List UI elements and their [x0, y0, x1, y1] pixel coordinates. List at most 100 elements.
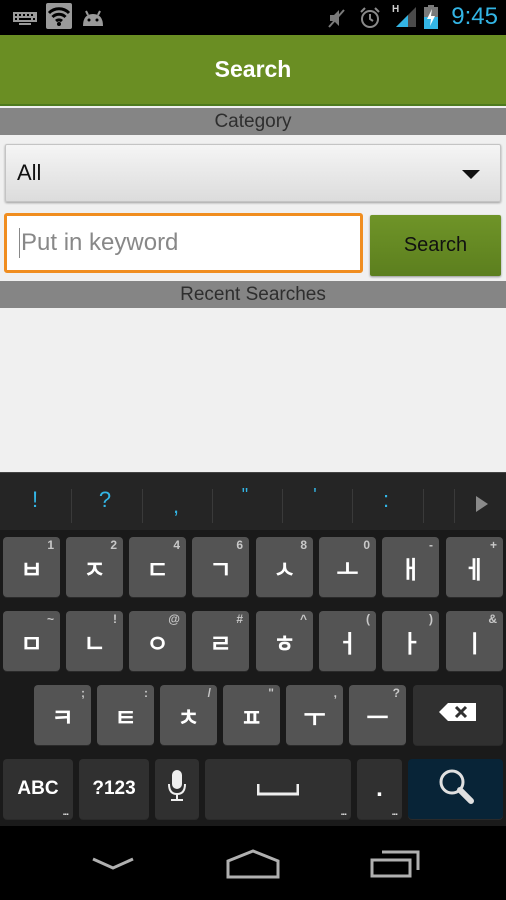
keyword-input[interactable]: Put in keyword — [4, 213, 363, 273]
muted-icon — [326, 6, 348, 30]
key-nieun[interactable]: ! ㄴ — [66, 611, 123, 671]
microphone-icon — [167, 769, 187, 809]
suggestion-strip: ! ? , " ' : — [0, 472, 506, 530]
suggestion-double-quote[interactable]: " — [225, 485, 265, 506]
search-icon — [436, 766, 476, 813]
recents-icon — [370, 850, 420, 883]
recent-searches-header: Recent Searches — [0, 281, 506, 308]
category-header: Category — [0, 108, 506, 135]
period-key[interactable]: . ... — [357, 759, 402, 819]
key-ieung[interactable]: @ ㅇ — [129, 611, 186, 671]
key-o[interactable]: 0ㅗ — [319, 537, 376, 597]
key-hint: , — [333, 686, 337, 700]
key-label: ㅋ — [51, 704, 74, 732]
key-label: ㅈ — [83, 556, 106, 584]
space-bar-icon — [256, 775, 300, 803]
keyboard-icon — [12, 6, 38, 30]
suggestion-single-quote[interactable]: ' — [295, 485, 335, 506]
battery-charging-icon — [424, 5, 438, 29]
key-hint: ; — [81, 686, 85, 700]
more-dots: ... — [340, 807, 347, 818]
key-eu[interactable]: ? ㅡ — [349, 685, 406, 745]
key-digeut[interactable]: 4ㄷ — [129, 537, 186, 597]
key-hint: ? — [392, 686, 400, 700]
clock: 9:45 — [451, 3, 498, 30]
suggestion-divider — [71, 489, 72, 523]
back-icon — [91, 857, 135, 876]
category-dropdown[interactable]: All — [5, 144, 501, 202]
recent-apps-button[interactable] — [360, 846, 430, 886]
key-label: ㅇ — [146, 630, 169, 658]
key-u[interactable]: ,ㅜ — [286, 685, 343, 745]
key-label: . — [376, 775, 383, 802]
key-rieul[interactable]: # ㄹ — [192, 611, 249, 671]
key-label: ㅍ — [240, 704, 263, 732]
suggestion-divider — [282, 489, 283, 523]
key-i[interactable]: & ㅣ — [446, 611, 503, 671]
key-tieut[interactable]: :ㅌ — [97, 685, 154, 745]
suggestion-question[interactable]: ? — [85, 487, 125, 513]
key-hint: + — [489, 538, 497, 552]
backspace-icon — [439, 701, 477, 729]
key-label: ㄹ — [209, 630, 232, 658]
key-label: ㅗ — [336, 556, 359, 584]
page-title: Search — [214, 56, 292, 82]
key-ae[interactable]: -ㅐ — [382, 537, 439, 597]
key-chieut[interactable]: / ㅊ — [160, 685, 217, 745]
key-label: ㅓ — [336, 630, 359, 658]
suggestion-colon[interactable]: : — [366, 487, 406, 513]
suggestion-divider — [352, 489, 353, 523]
key-jieut[interactable]: 2ㅈ — [66, 537, 123, 597]
key-eo[interactable]: (ㅓ — [319, 611, 376, 671]
signal-icon: H — [392, 3, 418, 27]
home-button[interactable] — [218, 846, 288, 886]
key-bieup[interactable]: 1ㅂ — [3, 537, 60, 597]
more-suggestions-arrow-icon[interactable] — [476, 496, 488, 512]
key-siot[interactable]: 8ㅅ — [256, 537, 313, 597]
key-hint: & — [488, 612, 497, 626]
voice-input-key[interactable] — [155, 759, 199, 819]
more-dots: ... — [62, 807, 69, 818]
key-label: ㅏ — [399, 630, 422, 658]
key-label: ㄴ — [83, 630, 106, 658]
key-hint: 0 — [363, 538, 370, 552]
key-giyeok[interactable]: 6ㄱ — [192, 537, 249, 597]
space-key[interactable]: ... — [205, 759, 351, 819]
key-label: ?123 — [92, 778, 136, 799]
suggestion-divider — [142, 489, 143, 523]
key-kieuk[interactable]: ; ㅋ — [34, 685, 91, 745]
key-hint: 8 — [300, 538, 307, 552]
key-pieup[interactable]: " ㅍ — [223, 685, 280, 745]
suggestion-exclamation[interactable]: ! — [15, 487, 55, 513]
key-label: ㄷ — [146, 556, 169, 584]
symbols-key[interactable]: ?123 — [79, 759, 149, 819]
abc-key[interactable]: ABC ... — [3, 759, 73, 819]
key-hint: ^ — [299, 612, 307, 626]
key-a[interactable]: ) ㅏ — [382, 611, 439, 671]
key-e[interactable]: + ㅔ — [446, 537, 503, 597]
key-label: ㅁ — [20, 630, 43, 658]
key-hint: 4 — [173, 538, 180, 552]
key-hint: 1 — [47, 538, 54, 552]
soft-keyboard: ! ? , " ' : 1ㅂ 2ㅈ 4ㄷ 6ㄱ 8ㅅ 0ㅗ -ㅐ + ㅔ ~ ㅁ !… — [0, 472, 506, 826]
wifi-icon — [46, 3, 72, 29]
suggestion-comma[interactable]: , — [156, 493, 196, 519]
key-mieum[interactable]: ~ ㅁ — [3, 611, 60, 671]
category-selected-value: All — [17, 160, 42, 185]
svg-text:H: H — [392, 4, 399, 15]
key-label: ㅊ — [177, 704, 200, 732]
key-label: ㄱ — [209, 556, 232, 584]
key-hint: - — [429, 538, 433, 552]
backspace-key[interactable] — [413, 685, 503, 745]
key-label: ㅔ — [463, 556, 486, 584]
key-label: ㅡ — [366, 704, 389, 732]
key-hieut[interactable]: ^ ㅎ — [256, 611, 313, 671]
back-button[interactable] — [78, 846, 148, 886]
status-bar: H 9:45 — [0, 0, 506, 35]
key-hint: " — [268, 686, 274, 700]
keyboard-search-key[interactable] — [408, 759, 503, 819]
key-hint: ~ — [46, 612, 54, 626]
search-button[interactable]: Search — [370, 215, 501, 276]
search-form: Category All Put in keyword Search Recen… — [0, 106, 506, 472]
key-hint: @ — [168, 612, 180, 626]
